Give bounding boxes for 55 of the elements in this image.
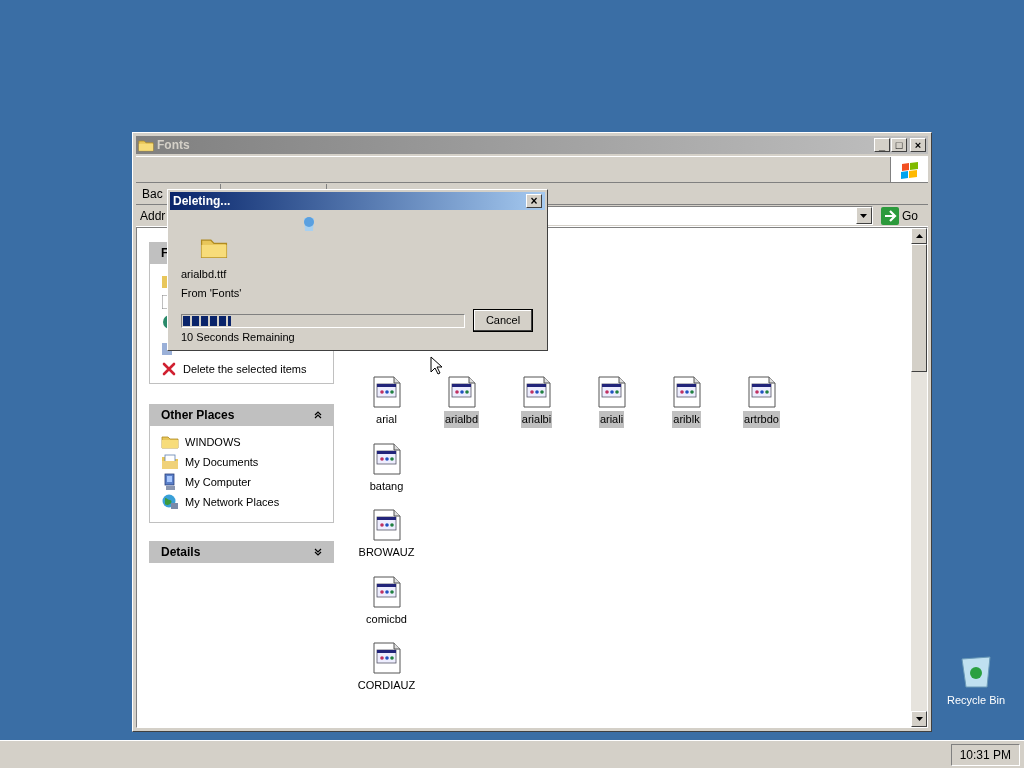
font-file-icon — [372, 575, 401, 608]
source-label: From 'Fonts' — [181, 285, 243, 301]
down-arrow-icon — [915, 717, 923, 721]
delete-x-icon — [162, 361, 176, 376]
clock: 10:31 PM — [950, 743, 1020, 766]
details-header[interactable]: Details — [149, 541, 334, 563]
file-name[interactable]: artrbdo — [743, 411, 780, 428]
file-name[interactable]: ariali — [598, 411, 625, 428]
scroll-thumb[interactable] — [911, 244, 927, 372]
maximize-button[interactable]: □ — [891, 138, 907, 152]
go-button[interactable]: Go — [877, 206, 928, 225]
place-link[interactable]: My Computer — [185, 473, 252, 491]
file-name[interactable]: batang — [368, 477, 405, 494]
font-file-icon — [522, 376, 551, 408]
address-label: Addr — [139, 207, 167, 225]
file-name-label: arialbd.ttf — [181, 267, 228, 282]
scroll-up-button[interactable] — [911, 228, 927, 244]
file-name[interactable]: arial — [375, 411, 398, 428]
time-remaining: 10 Seconds Remaining — [181, 330, 296, 345]
minimize-button[interactable]: _ — [874, 138, 890, 152]
expand-chevron-icon — [314, 548, 322, 556]
place-link[interactable]: My Documents — [185, 453, 259, 471]
recycle-bin-icon — [960, 655, 992, 689]
collapse-chevron-icon — [314, 411, 322, 419]
up-arrow-icon — [915, 234, 923, 238]
task-link[interactable]: Delete the selected items — [183, 360, 307, 377]
file-name[interactable]: ariblk — [672, 411, 701, 428]
network-globe-icon — [161, 493, 179, 511]
dialog-title: Deleting... — [173, 193, 231, 210]
place-link[interactable]: WINDOWS — [185, 433, 241, 451]
computer-icon — [162, 473, 178, 491]
font-file-icon — [372, 642, 401, 674]
font-file-icon — [747, 376, 776, 408]
cancel-button[interactable]: Cancel — [473, 309, 533, 332]
place-link[interactable]: My Network Places — [185, 493, 280, 511]
font-file-icon — [447, 376, 476, 408]
desktop-icon-label[interactable]: Recycle Bin — [946, 692, 1006, 709]
font-file-icon — [597, 376, 626, 408]
close-button[interactable]: × — [526, 194, 542, 208]
other-places-header[interactable]: Other Places — [149, 404, 334, 426]
file-name[interactable]: BROWAUZ — [357, 544, 416, 561]
window-title: Fonts — [157, 137, 190, 154]
documents-folder-icon — [161, 454, 179, 470]
font-file-icon — [372, 376, 401, 408]
font-file-icon — [672, 376, 701, 408]
file-name[interactable]: CORDIAUZ — [356, 677, 417, 694]
font-file-icon — [372, 442, 401, 475]
file-name[interactable]: arialbd — [444, 411, 479, 428]
font-file-icon — [372, 509, 401, 541]
scroll-down-button[interactable] — [911, 711, 927, 727]
close-button[interactable]: × — [910, 138, 926, 152]
vertical-scrollbar[interactable] — [911, 228, 927, 727]
mouse-cursor-icon — [430, 356, 442, 375]
file-name[interactable]: arialbi — [520, 411, 553, 428]
file-name[interactable]: comicbd — [365, 610, 408, 627]
